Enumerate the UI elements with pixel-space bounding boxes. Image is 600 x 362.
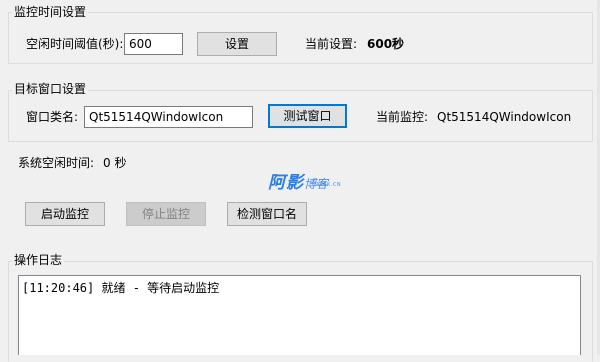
watermark-main-text: 阿影 [268,173,304,193]
system-idle-value: 0 秒 [103,156,127,170]
log-entry: [11:20:46] 就绪 - 等待启动监控 [22,281,220,295]
target-window-title: 目标窗口设置 [12,82,89,96]
set-threshold-button[interactable]: 设置 [197,32,277,56]
current-setting-value: 600秒 [367,37,405,51]
stop-monitor-button[interactable]: 停止监控 [126,202,206,226]
current-monitor-label: 当前监控: [376,110,429,124]
idle-threshold-input[interactable] [124,33,183,55]
start-monitor-button[interactable]: 启动监控 [25,202,105,226]
detect-window-button[interactable]: 检测窗口名 [227,202,307,226]
current-setting-label: 当前设置: [305,37,358,51]
test-window-button[interactable]: 测试窗口 [268,104,347,128]
log-textarea[interactable]: [11:20:46] 就绪 - 等待启动监控 [18,275,581,355]
class-name-input[interactable] [84,106,253,128]
watermark-domain-text: AYBK.CN [316,182,342,188]
monitor-settings-title: 监控时间设置 [12,5,89,19]
idle-threshold-label: 空闲时间阈值(秒): [26,37,124,51]
system-idle-label: 系统空闲时间: [18,156,95,170]
watermark-logo: 阿影博客 AYBK.CN [268,168,341,193]
current-monitor-value: Qt51514QWindowIcon [437,110,572,124]
class-name-label: 窗口类名: [26,110,79,124]
log-title: 操作日志 [12,253,65,267]
